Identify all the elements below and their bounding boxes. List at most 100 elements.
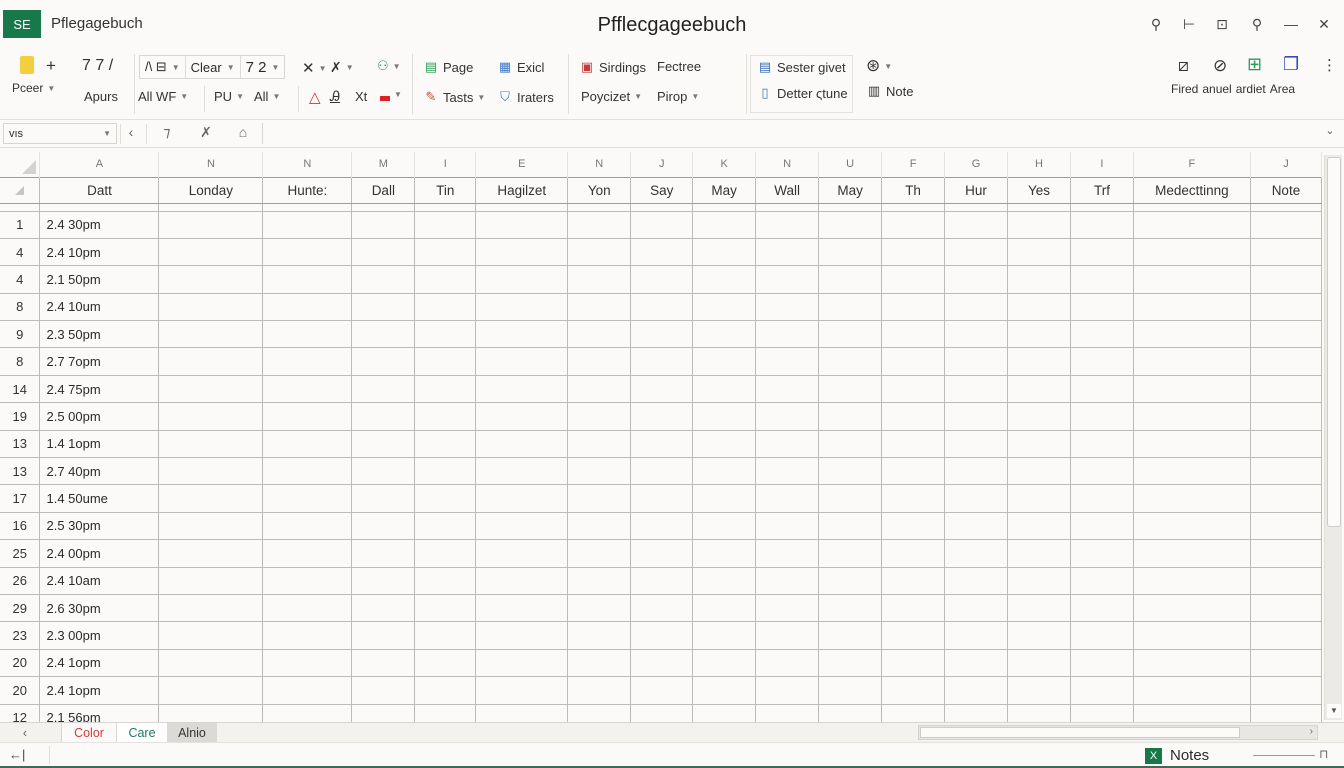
data-cell[interactable] — [692, 703, 757, 724]
data-cell[interactable] — [1007, 237, 1071, 267]
data-cell[interactable] — [158, 374, 264, 404]
data-cell[interactable] — [1069, 703, 1134, 724]
data-cell[interactable] — [414, 237, 477, 267]
data-cell[interactable] — [414, 347, 477, 376]
column-header[interactable]: Yes — [1007, 176, 1071, 204]
data-cell[interactable] — [818, 320, 883, 349]
sirdings-button[interactable]: ▣ Sirdings — [579, 59, 646, 75]
data-cell[interactable] — [1249, 320, 1322, 349]
column-letter[interactable]: E — [475, 152, 569, 177]
cancel-icon[interactable]: ✗ — [196, 124, 216, 141]
column-letter[interactable]: G — [944, 152, 1009, 177]
data-cell[interactable] — [881, 511, 946, 541]
data-cell[interactable] — [630, 621, 694, 650]
data-cell[interactable] — [351, 292, 416, 322]
data-cell[interactable] — [351, 703, 416, 724]
style-select[interactable]: /\ ⊟ ▼ — [140, 56, 186, 78]
exicl-button[interactable]: ▦ Exicl — [497, 59, 545, 75]
data-cell[interactable] — [158, 484, 264, 513]
size-select[interactable]: 7 2 ▼ — [241, 56, 285, 78]
data-cell[interactable] — [1249, 511, 1322, 541]
data-cell[interactable] — [475, 237, 569, 267]
data-cell[interactable] — [1132, 347, 1251, 376]
data-cell[interactable] — [475, 593, 569, 623]
copy-area-icon[interactable]: ❐ — [1283, 54, 1299, 75]
zoom-handle-icon[interactable]: ⊓ — [1319, 747, 1328, 761]
row-number[interactable]: 9 — [0, 320, 41, 349]
data-cell[interactable] — [881, 347, 946, 376]
data-cell[interactable] — [1007, 347, 1071, 376]
data-cell[interactable] — [351, 484, 416, 513]
data-cell[interactable] — [1069, 429, 1134, 459]
xt-button[interactable]: Xt — [355, 89, 367, 104]
data-cell[interactable] — [414, 484, 477, 513]
data-cell[interactable] — [755, 402, 820, 431]
data-cell[interactable] — [475, 621, 569, 650]
data-cell[interactable] — [692, 593, 757, 623]
scroll-right-icon[interactable]: › — [1310, 726, 1313, 737]
iraters-button[interactable]: ⛉ Iraters — [497, 89, 554, 105]
data-cell[interactable] — [1249, 539, 1322, 568]
data-cell[interactable] — [1249, 621, 1322, 650]
data-cell[interactable] — [944, 347, 1009, 376]
data-cell[interactable] — [1069, 539, 1134, 568]
close-icon[interactable]: ✕ — [1313, 14, 1335, 34]
data-cell[interactable] — [475, 374, 569, 404]
data-cell[interactable] — [755, 292, 820, 322]
fill-color-button[interactable]: ▼ — [380, 88, 402, 101]
data-cell[interactable] — [755, 539, 820, 568]
data-cell[interactable] — [1007, 484, 1071, 513]
data-cell[interactable] — [755, 429, 820, 459]
data-cell[interactable] — [158, 511, 264, 541]
data-cell[interactable] — [262, 237, 353, 267]
data-cell[interactable] — [1132, 292, 1251, 322]
data-cell[interactable] — [475, 703, 569, 724]
column-header[interactable]: Datt — [39, 176, 160, 204]
data-cell[interactable] — [1007, 429, 1071, 459]
data-cell[interactable] — [1132, 265, 1251, 294]
data-cell[interactable] — [351, 265, 416, 294]
data-cell[interactable] — [630, 292, 694, 322]
data-cell[interactable] — [818, 292, 883, 322]
column-header[interactable]: May — [692, 176, 757, 204]
column-letter[interactable]: F — [1133, 152, 1251, 177]
column-letter[interactable]: I — [1070, 152, 1134, 177]
column-letter[interactable]: N — [567, 152, 632, 177]
data-cell[interactable] — [414, 402, 477, 431]
data-cell[interactable] — [414, 292, 477, 322]
data-cell[interactable] — [351, 237, 416, 267]
column-letter[interactable]: J — [630, 152, 694, 177]
data-cell[interactable] — [262, 402, 353, 431]
data-cell[interactable] — [262, 676, 353, 705]
data-cell[interactable] — [692, 511, 757, 541]
data-cell[interactable] — [414, 539, 477, 568]
time-cell[interactable]: 2.7 40pm — [39, 457, 160, 486]
data-cell[interactable] — [944, 320, 1009, 349]
data-cell[interactable] — [262, 566, 353, 595]
data-cell[interactable] — [1132, 237, 1251, 267]
time-cell[interactable]: 2.7 7opm — [39, 347, 160, 376]
row-number[interactable]: 19 — [0, 402, 41, 431]
data-cell[interactable] — [475, 511, 569, 541]
data-cell[interactable] — [755, 511, 820, 541]
data-cell[interactable] — [630, 484, 694, 513]
highlight-icon[interactable]: Ꭿ — [330, 88, 340, 105]
data-cell[interactable] — [818, 676, 883, 705]
data-cell[interactable] — [818, 210, 883, 239]
data-cell[interactable] — [944, 484, 1009, 513]
data-cell[interactable] — [567, 429, 632, 459]
data-cell[interactable] — [414, 593, 477, 623]
data-cell[interactable] — [414, 621, 477, 650]
data-cell[interactable] — [351, 429, 416, 459]
data-cell[interactable] — [1132, 676, 1251, 705]
data-cell[interactable] — [881, 320, 946, 349]
data-cell[interactable] — [630, 703, 694, 724]
data-cell[interactable] — [818, 511, 883, 541]
page-button[interactable]: ▤ Page — [423, 59, 474, 75]
data-cell[interactable] — [630, 374, 694, 404]
data-cell[interactable] — [692, 457, 757, 486]
zoom-slider[interactable] — [1253, 755, 1315, 756]
data-cell[interactable] — [1007, 593, 1071, 623]
data-cell[interactable] — [1069, 210, 1134, 239]
row-number[interactable]: 8 — [0, 292, 41, 322]
